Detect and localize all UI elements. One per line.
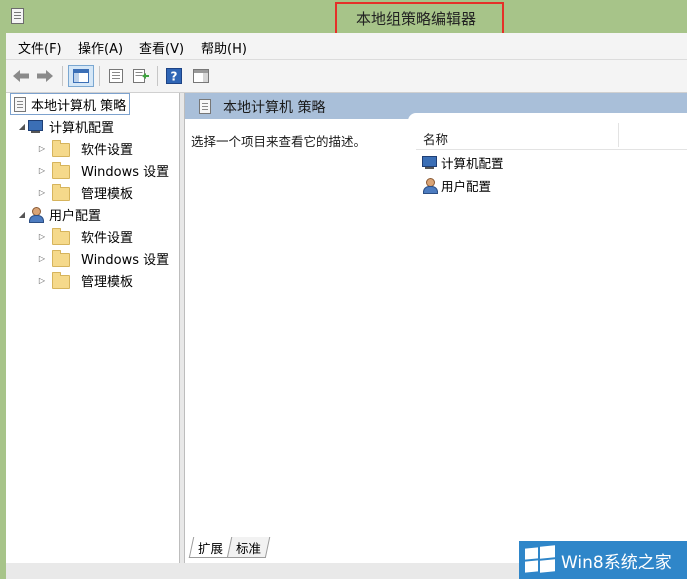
menu-bar: 文件(F) 操作(A) 查看(V) 帮助(H) bbox=[6, 33, 687, 60]
collapse-arrow-icon[interactable]: ◢ bbox=[16, 210, 28, 219]
tree-root[interactable]: 本地计算机 策略 bbox=[10, 93, 131, 115]
back-icon[interactable] bbox=[10, 65, 32, 87]
svg-text:?: ? bbox=[171, 70, 178, 84]
column-separator[interactable] bbox=[618, 123, 619, 147]
expand-arrow-icon[interactable]: ▷ bbox=[36, 254, 48, 263]
user-icon bbox=[28, 207, 44, 223]
policy-document-icon bbox=[199, 99, 211, 114]
tree-item-windows-settings[interactable]: ▷ Windows 设置 bbox=[36, 248, 169, 268]
title-bar: 本地组策略编辑器 bbox=[0, 0, 687, 40]
folder-icon bbox=[52, 162, 70, 179]
console-tree: 本地计算机 策略 ◢ 计算机配置 ▷ 软件设置 ▷ Windows 设置 ▷ 管… bbox=[6, 93, 180, 563]
expand-arrow-icon[interactable]: ▷ bbox=[36, 144, 48, 153]
description-text: 选择一个项目来查看它的描述。 bbox=[191, 134, 367, 149]
items-list: 名称 计算机配置 用户配置 bbox=[408, 113, 687, 233]
tree-item-label: 软件设置 bbox=[81, 230, 134, 246]
menu-file[interactable]: 文件(F) bbox=[18, 38, 62, 57]
tab-label: 标准 bbox=[236, 540, 262, 556]
header-divider bbox=[416, 149, 687, 150]
windows-logo-icon bbox=[525, 545, 555, 574]
tree-item-label: Windows 设置 bbox=[81, 252, 170, 268]
tree-item-computer-config[interactable]: ◢ 计算机配置 bbox=[16, 116, 114, 136]
tree-item-label: 用户配置 bbox=[49, 208, 102, 224]
toolbar-separator bbox=[62, 66, 63, 86]
tree-item-label: 管理模板 bbox=[81, 274, 134, 290]
folder-icon bbox=[52, 140, 70, 157]
tab-extended[interactable]: 扩展 bbox=[188, 537, 233, 558]
tree-item-label: 计算机配置 bbox=[49, 120, 115, 136]
tree-item-admin-templates[interactable]: ▷ 管理模板 bbox=[36, 270, 133, 290]
app-icon bbox=[11, 8, 24, 24]
toolbar: ? bbox=[6, 60, 687, 93]
toolbar-separator bbox=[157, 66, 158, 86]
folder-icon bbox=[52, 272, 70, 289]
folder-icon bbox=[52, 228, 70, 245]
details-pane: 本地计算机 策略 选择一个项目来查看它的描述。 名称 计算机配置 用户配置 扩展… bbox=[184, 93, 687, 563]
folder-icon bbox=[52, 184, 70, 201]
tab-label: 扩展 bbox=[198, 540, 224, 556]
column-header-name[interactable]: 名称 bbox=[423, 129, 448, 148]
expand-arrow-icon[interactable]: ▷ bbox=[36, 232, 48, 241]
tree-item-windows-settings[interactable]: ▷ Windows 设置 bbox=[36, 160, 169, 180]
main-content: 本地计算机 策略 ◢ 计算机配置 ▷ 软件设置 ▷ Windows 设置 ▷ 管… bbox=[6, 93, 687, 563]
tree-root-label: 本地计算机 策略 bbox=[31, 98, 127, 114]
tree-item-user-config[interactable]: ◢ 用户配置 bbox=[16, 204, 101, 224]
tree-item-label: Windows 设置 bbox=[81, 164, 170, 180]
folder-icon bbox=[52, 250, 70, 267]
toolbar-separator bbox=[99, 66, 100, 86]
tree-item-software-settings[interactable]: ▷ 软件设置 bbox=[36, 226, 133, 246]
show-hide-tree-icon[interactable] bbox=[68, 65, 94, 87]
collapse-arrow-icon[interactable]: ◢ bbox=[16, 122, 28, 131]
menu-help[interactable]: 帮助(H) bbox=[201, 38, 247, 57]
list-item-user-config[interactable]: 用户配置 bbox=[422, 175, 491, 195]
list-item-label: 用户配置 bbox=[441, 178, 492, 194]
show-hide-action-pane-icon[interactable] bbox=[190, 65, 212, 87]
user-icon bbox=[422, 178, 438, 194]
list-item-label: 计算机配置 bbox=[441, 155, 504, 171]
tree-item-software-settings[interactable]: ▷ 软件设置 bbox=[36, 138, 133, 158]
site-watermark: Win8系统之家 bbox=[519, 541, 687, 579]
policy-document-icon bbox=[14, 96, 26, 112]
list-item-computer-config[interactable]: 计算机配置 bbox=[422, 152, 504, 172]
computer-icon bbox=[422, 155, 438, 169]
expand-arrow-icon[interactable]: ▷ bbox=[36, 276, 48, 285]
export-list-icon[interactable] bbox=[130, 65, 152, 87]
details-header-title: 本地计算机 策略 bbox=[223, 100, 326, 116]
forward-icon[interactable] bbox=[34, 65, 56, 87]
computer-icon bbox=[28, 119, 44, 133]
tree-item-label: 管理模板 bbox=[81, 186, 134, 202]
menu-view[interactable]: 查看(V) bbox=[139, 38, 184, 57]
watermark-text: Win8系统之家 bbox=[561, 552, 672, 573]
tree-item-label: 软件设置 bbox=[81, 142, 134, 158]
expand-arrow-icon[interactable]: ▷ bbox=[36, 188, 48, 197]
tree-item-admin-templates[interactable]: ▷ 管理模板 bbox=[36, 182, 133, 202]
expand-arrow-icon[interactable]: ▷ bbox=[36, 166, 48, 175]
tab-standard[interactable]: 标准 bbox=[226, 537, 271, 558]
menu-action[interactable]: 操作(A) bbox=[78, 38, 123, 57]
help-icon[interactable]: ? bbox=[164, 65, 184, 87]
properties-icon[interactable] bbox=[105, 65, 127, 87]
